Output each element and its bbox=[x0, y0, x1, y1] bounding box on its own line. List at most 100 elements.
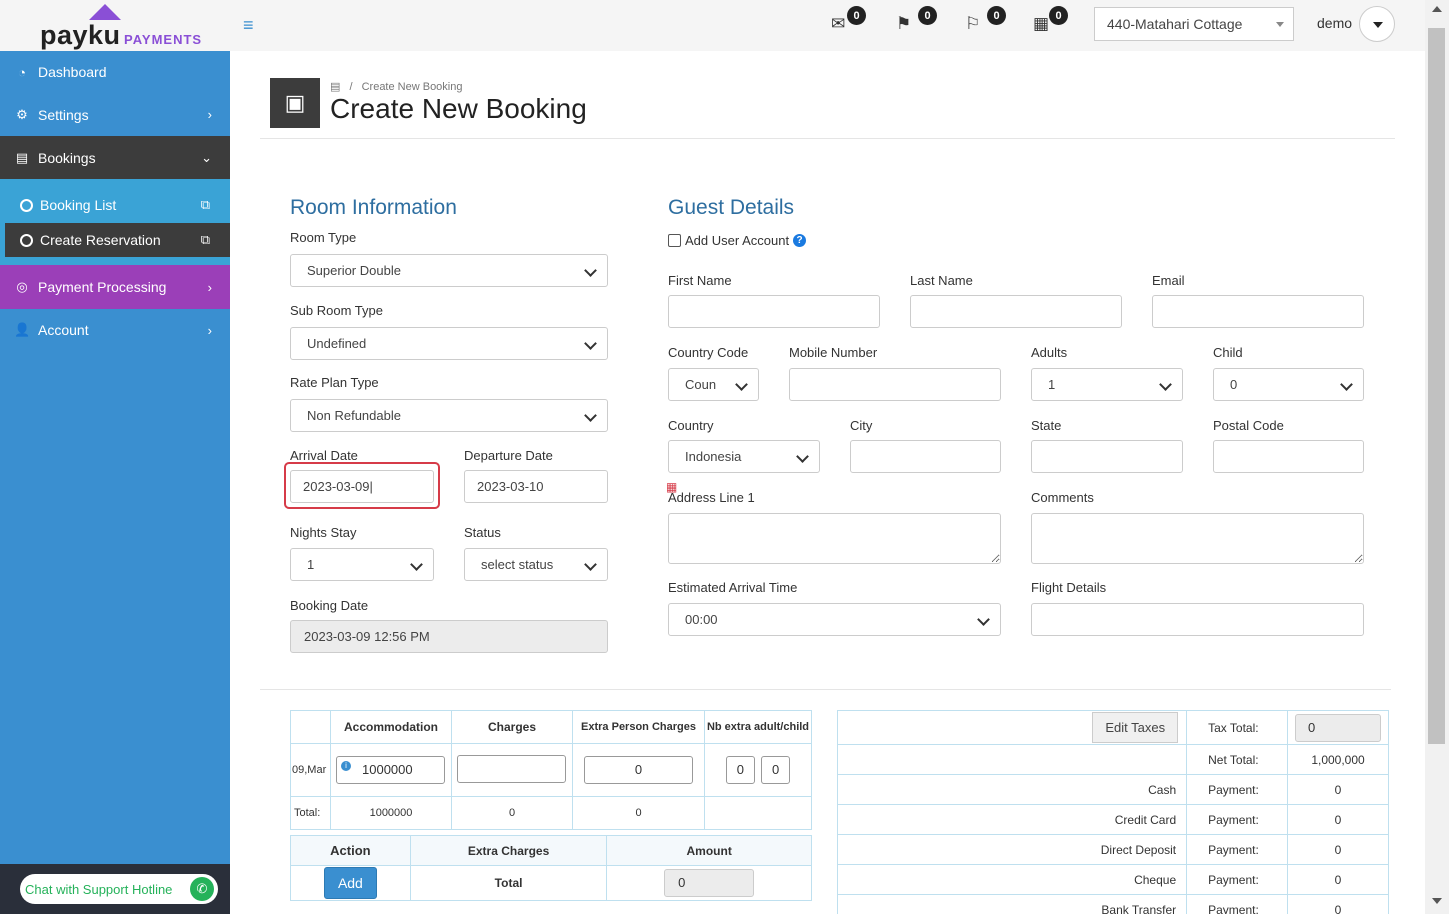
support-hotline-button[interactable]: Chat with Support Hotline ✆ bbox=[20, 874, 218, 904]
state-input[interactable] bbox=[1031, 440, 1183, 473]
country-value: Indonesia bbox=[685, 449, 742, 464]
tax-total-cell: 0 bbox=[1287, 710, 1389, 745]
room-type-value: Superior Double bbox=[307, 263, 401, 278]
user-name: demo bbox=[1317, 15, 1353, 31]
charges-header: Charges bbox=[451, 710, 573, 744]
circle-icon bbox=[20, 198, 33, 212]
nights-stay-value: 1 bbox=[307, 557, 315, 572]
tax-total-label: Tax Total: bbox=[1186, 710, 1289, 745]
charges-input[interactable] bbox=[457, 754, 566, 783]
nights-stay-select[interactable]: 1 bbox=[290, 548, 434, 581]
mobile-input[interactable] bbox=[789, 368, 1001, 401]
checkout-icon[interactable]: ⚐ bbox=[965, 14, 980, 34]
eta-select[interactable]: 00:00 bbox=[668, 603, 1001, 636]
charge-date: 09,Mar bbox=[290, 743, 331, 797]
caret-down-icon bbox=[1373, 22, 1383, 28]
sidebar-item-label: Booking List bbox=[40, 197, 117, 213]
logo-suffix: PAYMENTS bbox=[124, 32, 203, 47]
arrival-date-input[interactable]: 2023-03-09| bbox=[290, 470, 434, 503]
status-value: select status bbox=[481, 557, 554, 572]
last-name-input[interactable] bbox=[910, 295, 1122, 328]
address-label: Address Line 1 bbox=[668, 490, 755, 505]
payment-amount: 0 bbox=[1287, 894, 1389, 914]
extra-child-input[interactable]: 0 bbox=[761, 756, 791, 784]
departure-date-input[interactable]: 2023-03-10 bbox=[464, 470, 608, 503]
flight-details-input[interactable] bbox=[1031, 603, 1364, 636]
payment-amount: 0 bbox=[1287, 834, 1389, 865]
extra-header: Extra Charges bbox=[409, 835, 608, 866]
adults-select[interactable]: 1 bbox=[1031, 368, 1183, 401]
gear-icon: ⚙ bbox=[16, 106, 28, 122]
add-user-checkbox[interactable] bbox=[668, 234, 681, 247]
rate-plan-label: Rate Plan Type bbox=[290, 375, 379, 390]
charges-header-date bbox=[290, 710, 331, 744]
comments-input[interactable] bbox=[1031, 513, 1364, 564]
address-input[interactable] bbox=[668, 513, 1001, 564]
extra-person-input[interactable]: 0 bbox=[584, 756, 693, 784]
country-select[interactable]: Indonesia bbox=[668, 440, 820, 473]
calendar-icon[interactable]: ▦ bbox=[1033, 14, 1049, 34]
accommodation-input[interactable]: 1000000 bbox=[336, 756, 445, 784]
scroll-thumb[interactable] bbox=[1428, 28, 1445, 744]
edit-taxes-button[interactable]: Edit Taxes bbox=[1092, 712, 1179, 743]
notification-badge: 0 bbox=[918, 6, 937, 25]
dashboard-icon: ◔ bbox=[18, 64, 26, 80]
user-icon: 👤 bbox=[14, 322, 31, 337]
add-user-account: Add User Account ? bbox=[668, 233, 807, 248]
total-accommodation: 1000000 bbox=[330, 796, 452, 830]
property-select[interactable]: 440-Matahari Cottage bbox=[1094, 7, 1294, 41]
sidebar-item-create-reservation[interactable]: Create Reservation ⧉ bbox=[5, 223, 230, 257]
sidebar-item-booking-list[interactable]: Booking List ⧉ bbox=[5, 188, 230, 222]
help-icon[interactable]: ? bbox=[793, 234, 807, 247]
sidebar-item-account[interactable]: 👤 Account › bbox=[0, 309, 230, 351]
table-row: Bank Transfer Payment: 0 bbox=[836, 894, 1389, 914]
tax-total-input: 0 bbox=[1295, 713, 1382, 742]
postal-code-input[interactable] bbox=[1213, 440, 1364, 473]
scroll-down-icon[interactable] bbox=[1432, 898, 1442, 904]
nights-stay-label: Nights Stay bbox=[290, 525, 357, 540]
menu-toggle-icon[interactable]: ≡ bbox=[243, 15, 254, 36]
total-charges: 0 bbox=[451, 796, 573, 830]
charges-cell bbox=[451, 743, 573, 797]
sidebar-item-label: Bookings bbox=[38, 149, 96, 166]
sidebar-item-label: Settings bbox=[38, 106, 89, 123]
country-code-select[interactable]: Coun bbox=[668, 368, 759, 401]
scroll-up-icon[interactable] bbox=[1432, 6, 1442, 12]
charges-header: Accommodation bbox=[330, 710, 452, 744]
amount-input: 0 bbox=[664, 869, 755, 897]
notification-badge: 0 bbox=[847, 6, 866, 25]
sub-room-type-select[interactable]: Undefined bbox=[290, 327, 608, 360]
payment-label: Payment: bbox=[1186, 774, 1289, 805]
room-type-select[interactable]: Superior Double bbox=[290, 254, 608, 287]
logo: payku PAYMENTS bbox=[0, 0, 230, 51]
chevron-right-icon: › bbox=[207, 107, 212, 122]
page-scrollbar[interactable] bbox=[1425, 0, 1449, 914]
status-select[interactable]: select status bbox=[464, 548, 608, 581]
rate-plan-value: Non Refundable bbox=[307, 408, 401, 423]
child-value: 0 bbox=[1230, 377, 1238, 392]
sidebar-item-dashboard[interactable]: ◔ Dashboard bbox=[0, 51, 230, 93]
chevron-down-icon: ⌄ bbox=[201, 149, 212, 165]
email-input[interactable] bbox=[1152, 295, 1364, 328]
caret-down-icon bbox=[1276, 22, 1284, 27]
first-name-input[interactable] bbox=[668, 295, 880, 328]
breadcrumb: ▤ / Create New Booking bbox=[330, 80, 462, 93]
user-menu-button[interactable] bbox=[1359, 6, 1395, 42]
child-select[interactable]: 0 bbox=[1213, 368, 1364, 401]
external-link-icon: ⧉ bbox=[200, 197, 210, 212]
add-button[interactable]: Add bbox=[323, 867, 377, 899]
comments-label: Comments bbox=[1031, 490, 1094, 505]
circle-icon bbox=[20, 233, 33, 247]
rate-plan-select[interactable]: Non Refundable bbox=[290, 399, 608, 432]
departure-date-value: 2023-03-10 bbox=[477, 479, 544, 494]
country-code-value: Coun bbox=[685, 377, 717, 392]
city-input[interactable] bbox=[850, 440, 1001, 473]
sidebar-item-bookings[interactable]: ▤ Bookings ⌄ bbox=[0, 136, 230, 179]
checkin-icon[interactable]: ⚑ bbox=[896, 14, 911, 34]
extra-adult-input[interactable]: 0 bbox=[725, 756, 755, 784]
email-label: Email bbox=[1152, 273, 1185, 288]
breadcrumb-home-icon[interactable]: ▤ bbox=[330, 81, 340, 93]
sidebar-item-payment-processing[interactable]: ◎ Payment Processing › bbox=[0, 265, 230, 309]
mail-icon[interactable]: ✉ bbox=[831, 14, 845, 34]
sidebar-item-settings[interactable]: ⚙ Settings › bbox=[0, 93, 230, 136]
